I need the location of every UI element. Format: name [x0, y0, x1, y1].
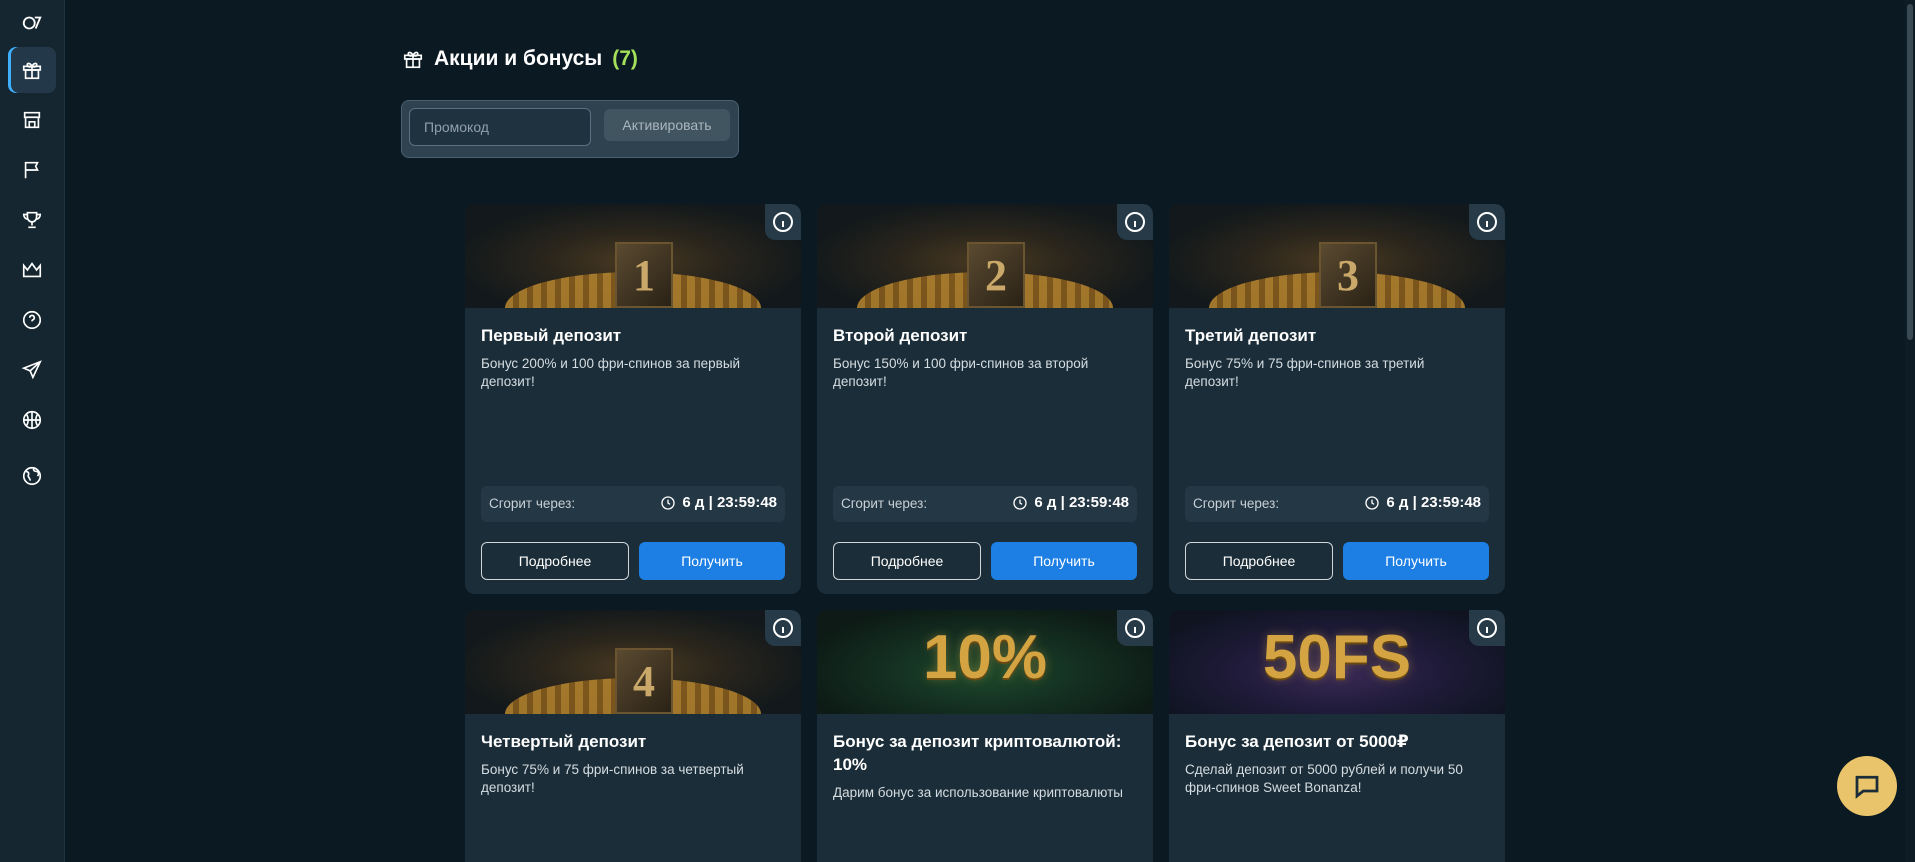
get-bonus-button[interactable]: Получить	[639, 542, 785, 580]
get-bonus-button[interactable]: Получить	[991, 542, 1137, 580]
card-body: Второй депозит Бонус 150% и 100 фри-спин…	[817, 308, 1153, 594]
page-title-text: Акции и бонусы	[434, 47, 603, 70]
card-body: Бонус за депозит от 5000₽ Сделай депозит…	[1169, 714, 1505, 862]
expire-time: 6 д | 23:59:48	[1034, 494, 1129, 511]
activate-button[interactable]: Активировать	[604, 109, 730, 141]
card-body: Третий депозит Бонус 75% и 75 фри-спинов…	[1169, 308, 1505, 594]
crown-icon[interactable]	[8, 247, 56, 293]
info-icon[interactable]	[1117, 204, 1153, 240]
gift-box-number: 4	[615, 648, 673, 714]
expire-label: Сгорит через:	[841, 496, 928, 511]
promo-card-5000-deposit: 50FS Бонус за депозит от 5000₽ Сделай де…	[1169, 610, 1505, 862]
gift-box-number: 2	[967, 242, 1025, 308]
details-button[interactable]: Подробнее	[481, 542, 629, 580]
card-description: Бонус 200% и 100 фри-спинов за первый де…	[481, 356, 741, 389]
details-button[interactable]: Подробнее	[1185, 542, 1333, 580]
promo-banner: 3	[1169, 204, 1505, 308]
expire-row: Сгорит через: 6 д | 23:59:48	[1185, 486, 1489, 522]
promo-code-input[interactable]	[409, 108, 591, 146]
gift-icon[interactable]	[8, 47, 56, 93]
promo-banner: 4	[465, 610, 801, 714]
card-title: Бонус за депозит от 5000₽	[1185, 732, 1409, 751]
clock-icon	[661, 495, 676, 510]
card-body: Первый депозит Бонус 200% и 100 фри-спин…	[465, 308, 801, 594]
card-description: Дарим бонус за использование криптовалют…	[833, 785, 1123, 800]
scrollbar-thumb[interactable]	[1907, 4, 1913, 340]
expire-row: Сгорит через: 6 д | 23:59:48	[481, 486, 785, 522]
promo-count: (7)	[612, 47, 638, 70]
card-description: Бонус 75% и 75 фри-спинов за четвертый д…	[481, 762, 744, 795]
logo-icon[interactable]	[8, 0, 56, 46]
chat-support-button[interactable]	[1837, 756, 1897, 816]
info-icon[interactable]	[765, 610, 801, 646]
clock-icon	[1013, 495, 1028, 510]
send-icon[interactable]	[8, 347, 56, 393]
scrollbar[interactable]	[1905, 0, 1915, 862]
card-body: Бонус за депозит криптовалютой: 10% Дари…	[817, 714, 1153, 862]
promo-card-second-deposit: 2 Второй депозит Бонус 150% и 100 фри-сп…	[817, 204, 1153, 594]
card-title: Второй депозит	[833, 326, 968, 345]
promo-card-fourth-deposit: 4 Четвертый депозит Бонус 75% и 75 фри-с…	[465, 610, 801, 862]
promo-card-crypto-deposit: 10% Бонус за депозит криптовалютой: 10% …	[817, 610, 1153, 862]
expire-label: Сгорит через:	[1193, 496, 1280, 511]
basketball-icon[interactable]	[8, 397, 56, 443]
promo-card-third-deposit: 3 Третий депозит Бонус 75% и 75 фри-спин…	[1169, 204, 1505, 594]
card-title: Четвертый депозит	[481, 732, 647, 751]
help-icon[interactable]	[8, 297, 56, 343]
info-icon[interactable]	[1117, 610, 1153, 646]
gift-icon	[403, 51, 423, 69]
info-icon[interactable]	[1469, 610, 1505, 646]
card-body: Четвертый депозит Бонус 75% и 75 фри-спи…	[465, 714, 801, 862]
globe-icon[interactable]	[8, 453, 56, 499]
banner-fs-text: 50FS	[1262, 623, 1412, 692]
expire-timer: 6 д | 23:59:48	[1364, 494, 1481, 511]
expire-row: Сгорит через: 6 д | 23:59:48	[833, 486, 1137, 522]
promo-card-first-deposit: 1 Первый депозит Бонус 200% и 100 фри-сп…	[465, 204, 801, 594]
expire-timer: 6 д | 23:59:48	[660, 494, 777, 511]
card-description: Сделай депозит от 5000 рублей и получи 5…	[1185, 762, 1463, 795]
clock-icon	[1365, 495, 1380, 510]
gift-box-number: 3	[1319, 242, 1377, 308]
get-bonus-button[interactable]: Получить	[1343, 542, 1489, 580]
card-description: Бонус 150% и 100 фри-спинов за второй де…	[833, 356, 1089, 389]
info-icon[interactable]	[765, 204, 801, 240]
card-title: Бонус за депозит криптовалютой: 10%	[833, 732, 1122, 774]
expire-label: Сгорит через:	[489, 496, 576, 511]
store-icon[interactable]	[8, 97, 56, 143]
expire-time: 6 д | 23:59:48	[682, 494, 777, 511]
details-button[interactable]: Подробнее	[833, 542, 981, 580]
page-title: Акции и бонусы (7)	[402, 47, 638, 71]
expire-timer: 6 д | 23:59:48	[1012, 494, 1129, 511]
gift-box-number: 1	[615, 242, 673, 308]
promo-code-box: Активировать	[401, 100, 739, 158]
promo-banner: 1	[465, 204, 801, 308]
card-title: Третий депозит	[1185, 326, 1317, 345]
promo-banner: 2	[817, 204, 1153, 308]
expire-time: 6 д | 23:59:48	[1386, 494, 1481, 511]
promo-banner: 50FS	[1169, 610, 1505, 714]
banner-percent-text: 10%	[922, 623, 1048, 692]
flag-icon[interactable]	[8, 147, 56, 193]
card-title: Первый депозит	[481, 326, 622, 345]
sidebar	[0, 0, 65, 862]
card-description: Бонус 75% и 75 фри-спинов за третий депо…	[1185, 356, 1425, 389]
promo-banner: 10%	[817, 610, 1153, 714]
info-icon[interactable]	[1469, 204, 1505, 240]
chat-icon	[1855, 775, 1879, 799]
trophy-icon[interactable]	[8, 197, 56, 243]
